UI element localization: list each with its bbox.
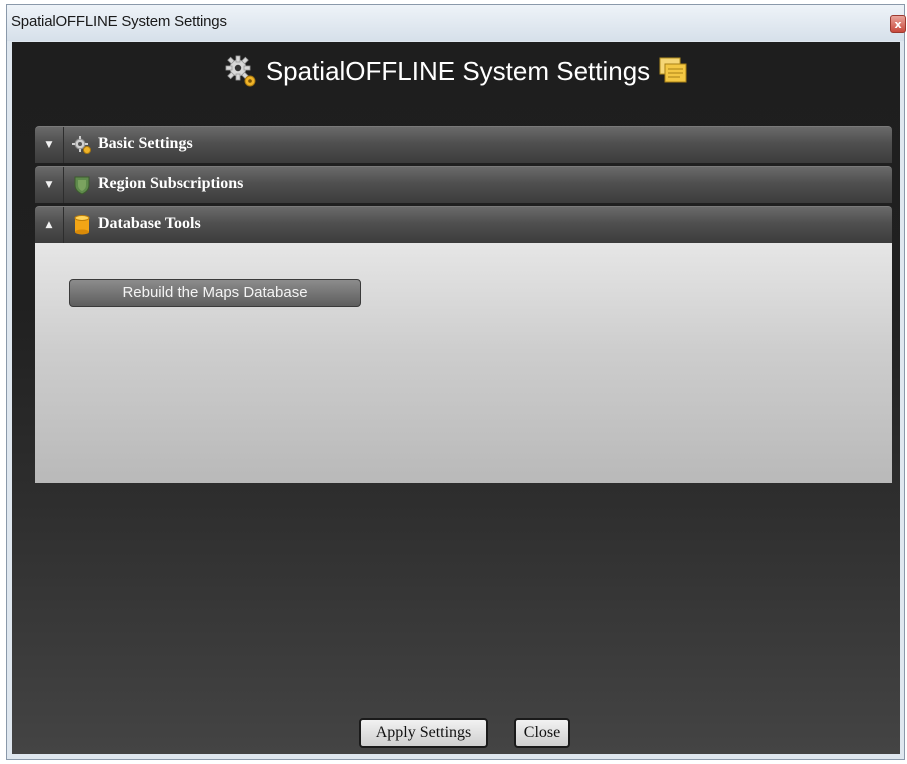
section-database-tools[interactable]: ▲ Database Tools (35, 206, 892, 243)
section-label: Region Subscriptions (98, 175, 244, 192)
window-titlebar[interactable]: SpatialOFFLINE System Settings x (7, 5, 906, 41)
section-toggle-database-tools[interactable]: ▲ (35, 207, 64, 243)
chevron-down-icon: ▼ (45, 180, 53, 190)
settings-window: SpatialOFFLINE System Settings x Spatial… (6, 4, 906, 760)
section-basic-settings[interactable]: ▼ Basic Settings (35, 126, 892, 163)
gear-icon (225, 55, 256, 87)
database-icon (74, 215, 90, 235)
page-header: SpatialOFFLINE System Settings (12, 51, 900, 91)
notes-icon (659, 57, 687, 83)
section-toggle-region-subscriptions[interactable]: ▼ (35, 167, 64, 203)
chevron-up-icon: ▲ (45, 220, 53, 230)
section-body-database-tools: Rebuild the Maps Database (35, 243, 892, 483)
apply-settings-button[interactable]: Apply Settings (359, 718, 488, 748)
section-toggle-basic-settings[interactable]: ▼ (35, 127, 64, 163)
rebuild-maps-database-button[interactable]: Rebuild the Maps Database (69, 279, 361, 307)
shield-icon (74, 176, 90, 195)
section-region-subscriptions[interactable]: ▼ Region Subscriptions (35, 166, 892, 203)
section-label: Basic Settings (98, 135, 193, 152)
close-button[interactable]: Close (514, 718, 570, 748)
window-title: SpatialOFFLINE System Settings (11, 13, 227, 30)
window-close-button[interactable]: x (890, 15, 906, 33)
chevron-down-icon: ▼ (45, 140, 53, 150)
gear-icon (72, 136, 91, 154)
settings-panel: SpatialOFFLINE System Settings ▼ Basic S… (12, 42, 900, 754)
page-title: SpatialOFFLINE System Settings (265, 55, 651, 86)
section-label: Database Tools (98, 215, 201, 232)
settings-accordion: ▼ Basic Settings ▼ Region Subscriptions … (35, 126, 892, 483)
